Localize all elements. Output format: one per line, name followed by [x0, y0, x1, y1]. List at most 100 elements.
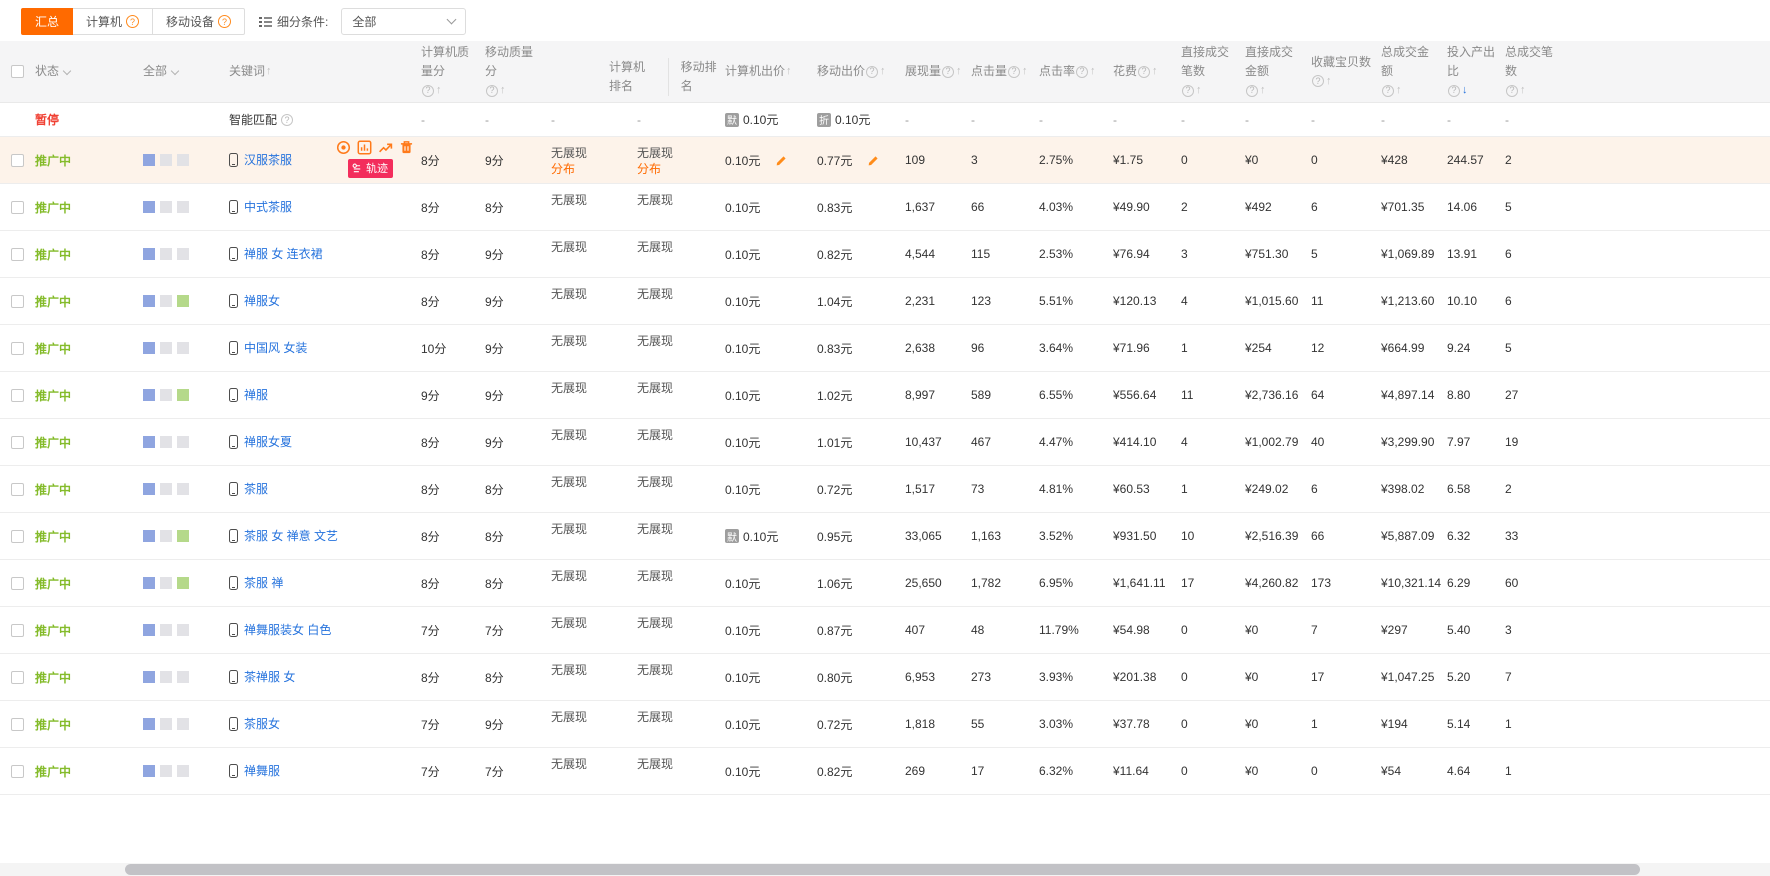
help-icon[interactable]: ? — [1008, 66, 1020, 78]
header-mobile-score[interactable]: 移动质量分?↑ — [480, 41, 546, 102]
help-icon[interactable]: ? — [1312, 75, 1324, 87]
sort-asc-icon[interactable]: ↑ — [1396, 81, 1402, 100]
tab-mobile[interactable]: 移动设备 ? — [152, 8, 245, 35]
edit-bid-icon[interactable] — [867, 154, 880, 167]
sort-asc-icon[interactable]: ↑ — [956, 62, 962, 81]
row-checkbox[interactable] — [11, 436, 24, 449]
scrollbar-thumb[interactable] — [125, 864, 1640, 875]
row-checkbox[interactable] — [11, 671, 24, 684]
sort-desc-icon[interactable]: ↓ — [1462, 81, 1468, 100]
sort-asc-icon[interactable]: ↑ — [1196, 81, 1202, 100]
row-checkbox[interactable] — [11, 342, 24, 355]
row-checkbox[interactable] — [11, 201, 24, 214]
keyword-link[interactable]: 禅服女夏 — [244, 434, 292, 451]
row-checkbox[interactable] — [11, 765, 24, 778]
keyword-link[interactable]: 茶服女 — [244, 716, 280, 733]
sort-asc-icon[interactable]: ↑ — [1022, 62, 1028, 81]
sort-asc-icon[interactable]: ↑ — [1090, 62, 1096, 81]
header-campaign[interactable]: 全部 — [138, 41, 224, 102]
row-checkbox[interactable] — [11, 295, 24, 308]
header-mobile-bid[interactable]: 移动出价?↑ — [812, 41, 900, 102]
help-icon[interactable]: ? — [218, 15, 231, 28]
row-checkbox[interactable] — [11, 577, 24, 590]
keyword-link[interactable]: 茶服 禅 — [244, 575, 283, 592]
sort-asc-icon[interactable]: ↑ — [1152, 62, 1158, 81]
header-computer-score[interactable]: 计算机质量分?↑ — [416, 41, 480, 102]
sort-asc-icon[interactable]: ↑ — [1520, 81, 1526, 100]
sort-asc-icon[interactable]: ↑ — [436, 81, 442, 100]
keyword-link[interactable]: 禅服 女 连衣裙 — [244, 246, 323, 263]
keyword-link[interactable]: 禅舞服装女 白色 — [244, 622, 331, 639]
keyword-link[interactable]: 茶服 — [244, 481, 268, 498]
keyword-link[interactable]: 禅服女 — [244, 293, 280, 310]
row-checkbox[interactable] — [11, 718, 24, 731]
header-direct-amount[interactable]: 直接成交金额?↑ — [1240, 41, 1306, 102]
header-keyword[interactable]: 关键词↑ — [224, 41, 416, 102]
report-chart-icon[interactable] — [357, 140, 372, 155]
keyword-link[interactable]: 茶服 女 禅意 文艺 — [244, 528, 338, 545]
header-total-orders[interactable]: 总成交笔数?↑ — [1500, 41, 1560, 102]
sort-asc-icon[interactable]: ↑ — [1326, 72, 1332, 91]
help-icon[interactable]: ? — [281, 114, 293, 126]
sort-asc-icon[interactable]: ↑ — [786, 62, 792, 81]
segment-filter-select[interactable]: 全部 — [341, 8, 466, 35]
cell-ctr: 6.95% — [1034, 560, 1108, 606]
row-checkbox[interactable] — [11, 530, 24, 543]
help-icon[interactable]: ? — [1138, 66, 1150, 78]
row-checkbox[interactable] — [11, 624, 24, 637]
chevron-down-icon — [171, 66, 179, 74]
header-roi[interactable]: 投入产出比?↓ — [1442, 41, 1500, 102]
help-icon[interactable]: ? — [1076, 66, 1088, 78]
keyword-link[interactable]: 禅服 — [244, 387, 268, 404]
header-ctr[interactable]: 点击率?↑ — [1034, 41, 1108, 102]
help-icon[interactable]: ? — [866, 66, 878, 78]
help-icon[interactable]: ? — [1246, 85, 1258, 97]
header-impressions[interactable]: 展现量?↑ — [900, 41, 966, 102]
row-checkbox[interactable] — [11, 154, 24, 167]
edit-bid-icon[interactable] — [775, 154, 788, 167]
tab-computer[interactable]: 计算机 ? — [72, 8, 153, 35]
help-icon[interactable]: ? — [1448, 85, 1460, 97]
cell-mobile-bid: 0.72元 — [812, 701, 900, 747]
target-icon[interactable] — [336, 140, 351, 155]
keyword-link[interactable]: 中国风 女装 — [244, 340, 307, 357]
header-computer-rank[interactable]: 计算机排名 — [609, 58, 656, 96]
header-direct-orders[interactable]: 直接成交笔数?↑ — [1176, 41, 1240, 102]
trajectory-badge[interactable]: 轨迹 — [348, 159, 393, 178]
campaign-quality-indicator — [138, 513, 224, 559]
header-mobile-rank[interactable]: 移动排名 — [668, 58, 718, 96]
header-computer-bid[interactable]: 计算机出价↑ — [720, 41, 812, 102]
sort-asc-icon[interactable]: ↑ — [500, 81, 506, 100]
trash-icon[interactable] — [399, 140, 414, 155]
help-icon[interactable]: ? — [1506, 85, 1518, 97]
keyword-link[interactable]: 禅舞服 — [244, 763, 280, 780]
header-status[interactable]: 状态 — [30, 41, 138, 102]
header-total-amount[interactable]: 总成交金额?↑ — [1376, 41, 1442, 102]
help-icon[interactable]: ? — [942, 66, 954, 78]
header-cost[interactable]: 花费?↑ — [1108, 41, 1176, 102]
header-favorites[interactable]: 收藏宝贝数?↑ — [1306, 41, 1376, 102]
help-icon[interactable]: ? — [126, 15, 139, 28]
cell-keyword: 茶服女 — [224, 701, 416, 747]
help-icon[interactable]: ? — [1182, 85, 1194, 97]
keyword-link[interactable]: 中式茶服 — [244, 199, 292, 216]
cell-total-orders: 5 — [1500, 325, 1560, 371]
sort-asc-icon[interactable]: ↑ — [1260, 81, 1266, 100]
help-icon[interactable]: ? — [486, 85, 498, 97]
row-checkbox[interactable] — [11, 483, 24, 496]
keyword-link[interactable]: 汉服茶服 — [244, 152, 292, 169]
keyword-link[interactable]: 茶禅服 女 — [244, 669, 295, 686]
help-icon[interactable]: ? — [1382, 85, 1394, 97]
sort-asc-icon[interactable]: ↑ — [880, 62, 886, 81]
row-checkbox[interactable] — [11, 389, 24, 402]
distribution-link[interactable]: 分布 — [551, 161, 575, 177]
trend-icon[interactable] — [378, 140, 393, 155]
tab-summary[interactable]: 汇总 — [21, 8, 73, 35]
header-clicks[interactable]: 点击量?↑ — [966, 41, 1034, 102]
sort-asc-icon[interactable]: ↑ — [266, 62, 272, 81]
cell-direct-amount: ¥249.02 — [1240, 466, 1306, 512]
help-icon[interactable]: ? — [422, 85, 434, 97]
distribution-link[interactable]: 分布 — [637, 161, 661, 177]
select-all-checkbox[interactable] — [11, 65, 24, 78]
row-checkbox[interactable] — [11, 248, 24, 261]
